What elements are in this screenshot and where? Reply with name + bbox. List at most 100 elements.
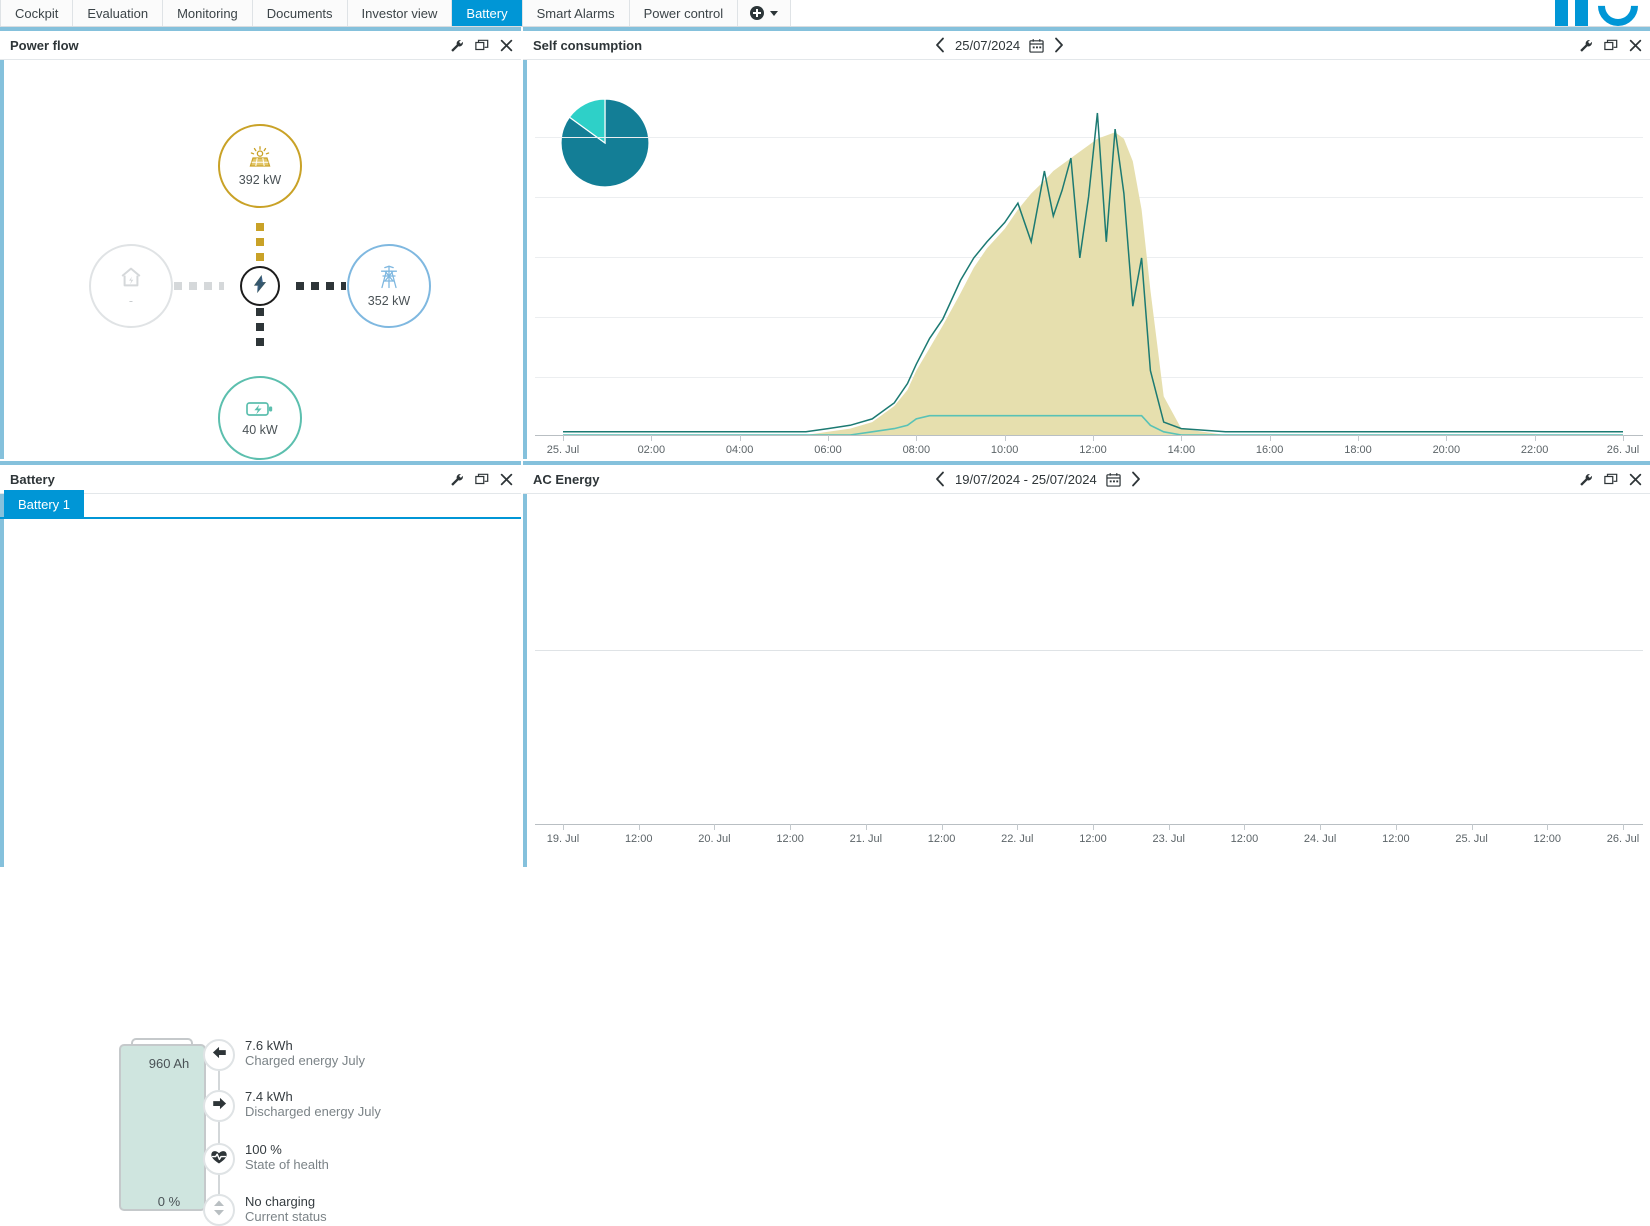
close-icon[interactable] — [500, 39, 513, 52]
tab-monitoring[interactable]: Monitoring — [163, 0, 253, 26]
x-axis-label: 26. Jul — [1606, 444, 1640, 456]
battery-tab-bar: Battery 1 — [0, 490, 521, 519]
x-axis-tick — [1358, 435, 1359, 441]
node-grid[interactable]: 352 kW — [347, 244, 431, 328]
x-axis-tick — [1093, 824, 1094, 830]
tab-evaluation[interactable]: Evaluation — [73, 0, 164, 26]
date-value[interactable]: 19/07/2024 - 25/07/2024 — [955, 472, 1097, 487]
close-icon[interactable] — [1629, 39, 1642, 52]
chart-area-series — [563, 132, 1623, 436]
x-axis-label: 16:00 — [1255, 444, 1284, 456]
x-axis-label: 04:00 — [725, 444, 754, 456]
battery-panel: Battery Battery 1 960 Ah 0 % 7.6 kWh Cha… — [0, 461, 521, 1226]
power-pylon-icon — [378, 265, 400, 289]
battery-stat-value-soh: 100 % — [245, 1142, 282, 1157]
node-pv[interactable]: 392 kW — [218, 124, 302, 208]
x-axis-label: 25. Jul — [546, 444, 580, 456]
x-axis-label: 23. Jul — [1152, 833, 1185, 845]
close-icon[interactable] — [500, 473, 513, 486]
add-tab-button[interactable] — [738, 0, 792, 26]
tab-power-control[interactable]: Power control — [629, 0, 739, 26]
flow-hub-to-house — [174, 282, 224, 290]
x-axis-tick — [638, 824, 640, 830]
battery-stat-icon-soh — [203, 1143, 235, 1175]
battery-stat-label-soh: State of health — [245, 1157, 329, 1172]
battery-stat-icon-status — [203, 1194, 235, 1226]
x-axis-tick — [563, 435, 564, 441]
solar-panel-icon — [248, 145, 272, 168]
x-axis-tick — [1534, 435, 1536, 441]
restore-window-icon[interactable] — [475, 473, 489, 487]
x-axis-tick — [1395, 824, 1397, 830]
x-axis-tick — [1004, 435, 1006, 441]
x-axis-label: 06:00 — [814, 444, 842, 456]
battery-stats-rail — [218, 1056, 220, 1211]
chevron-right-icon[interactable] — [1053, 37, 1064, 53]
tab-battery-1[interactable]: Battery 1 — [4, 490, 85, 519]
x-axis-label: 14:00 — [1167, 444, 1196, 456]
restore-window-icon[interactable] — [475, 39, 489, 53]
x-axis-label: 20:00 — [1432, 444, 1461, 456]
x-axis-label: 12:00 — [776, 833, 804, 845]
tab-smart-alarms[interactable]: Smart Alarms — [522, 0, 630, 26]
calendar-icon[interactable] — [1029, 38, 1044, 53]
brand-logo — [1478, 0, 1638, 26]
battery-capacity-label: 960 Ah — [148, 1056, 190, 1071]
house-icon — [119, 265, 143, 289]
restore-window-icon[interactable] — [1604, 39, 1618, 53]
logo-bars-icon — [1555, 0, 1588, 26]
calendar-icon[interactable] — [1106, 472, 1121, 487]
x-axis-label: 26. Jul — [1606, 833, 1640, 845]
tab-cockpit[interactable]: Cockpit — [0, 0, 74, 26]
node-battery[interactable]: 40 kW — [218, 376, 302, 460]
self-consumption-panel: Self consumption 25/07/2024 25. Jul 02:0… — [523, 27, 1650, 459]
date-value[interactable]: 25/07/2024 — [955, 38, 1020, 53]
x-axis-label: 02:00 — [637, 444, 666, 456]
self-consumption-header: Self consumption 25/07/2024 — [523, 31, 1650, 60]
x-axis-tick — [1623, 435, 1624, 441]
chevron-right-icon[interactable] — [1130, 471, 1141, 487]
x-axis-tick — [1547, 824, 1549, 830]
chevron-left-icon[interactable] — [935, 37, 946, 53]
ac-energy-chart: 19. Jul 12:00 20. Jul 12:00 21. Jul 12:00 22. … — [535, 521, 1643, 851]
x-axis-tick — [828, 435, 829, 441]
battery-stat-label-status: Current status — [245, 1209, 327, 1224]
x-axis-tick — [651, 435, 653, 441]
x-axis-label: 22. Jul — [1001, 833, 1034, 845]
wrench-icon[interactable] — [450, 473, 464, 487]
ac-energy-panel: AC Energy 19/07/2024 - 25/07/2024 19. Ju… — [523, 461, 1650, 867]
tab-investor-view[interactable]: Investor view — [347, 0, 453, 26]
ac-energy-header: AC Energy 19/07/2024 - 25/07/2024 — [523, 465, 1650, 494]
x-axis-label: 21. Jul — [849, 833, 883, 845]
battery-soc-label: 0 % — [157, 1194, 181, 1209]
wrench-icon[interactable] — [450, 39, 464, 53]
node-battery-value: 40 kW — [242, 422, 278, 437]
chevron-down-icon — [770, 10, 779, 16]
x-axis-tick — [1446, 435, 1448, 441]
restore-window-icon[interactable] — [1604, 473, 1618, 487]
power-flow-diagram: 392 kW - 352 kW 40 kW — [0, 56, 521, 460]
battery-stat-value-status: No charging — [245, 1194, 316, 1209]
x-axis-tick — [1320, 824, 1322, 830]
x-axis-tick — [1093, 435, 1094, 441]
power-flow-panel: Power flow 392 kW - 352 kW 40 kW — [0, 27, 521, 460]
tab-battery[interactable]: Battery — [452, 0, 523, 26]
x-axis-label: 25. Jul — [1455, 833, 1488, 845]
wrench-icon[interactable] — [1579, 473, 1593, 487]
node-house[interactable]: - — [89, 244, 173, 328]
x-axis-label: 22:00 — [1520, 444, 1549, 456]
x-axis-label: 10:00 — [990, 444, 1019, 456]
panel-tools — [1579, 465, 1642, 494]
panel-title: Battery — [10, 471, 55, 487]
heart-pulse-icon — [210, 1149, 228, 1170]
tab-documents[interactable]: Documents — [252, 0, 348, 26]
node-pv-value: 392 kW — [238, 172, 282, 187]
chevron-left-icon[interactable] — [935, 471, 946, 487]
close-icon[interactable] — [1629, 473, 1642, 486]
x-axis-label: 24. Jul — [1303, 833, 1337, 845]
x-axis-tick — [1471, 824, 1473, 830]
power-flow-hub[interactable] — [240, 266, 280, 306]
x-axis-tick — [1623, 824, 1624, 830]
wrench-icon[interactable] — [1579, 39, 1593, 53]
battery-charging-icon — [246, 400, 274, 418]
